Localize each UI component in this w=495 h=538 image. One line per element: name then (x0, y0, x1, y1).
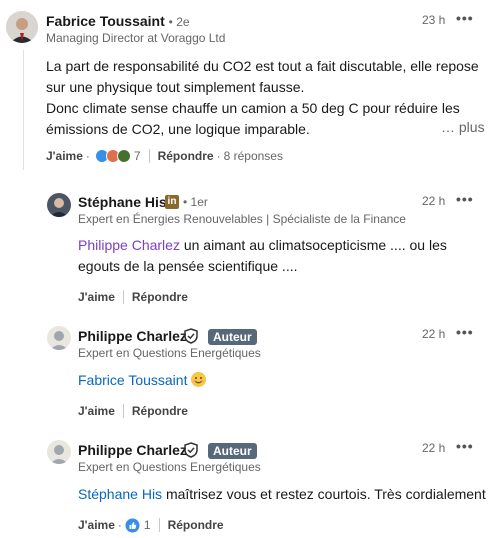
see-more-link[interactable]: … plus (441, 119, 485, 135)
dot-separator: · (216, 149, 221, 163)
thread-line (23, 50, 24, 170)
reply-text-body: maîtrisez vous et restez courtois. Très … (162, 486, 486, 502)
reply-button[interactable]: Répondre (132, 290, 188, 304)
more-options-icon[interactable]: ••• (456, 191, 474, 207)
mention-link[interactable]: Fabrice Toussaint (78, 372, 187, 388)
divider (148, 149, 150, 163)
comment-time: 23 h (422, 13, 446, 27)
comment-time: 22 h (422, 327, 446, 341)
author-name[interactable]: Stéphane His (78, 194, 167, 210)
like-button[interactable]: J'aime (78, 290, 115, 304)
author-headline: Expert en Questions Energétiques (78, 346, 261, 360)
connection-degree: • 1er (183, 195, 208, 209)
support-reaction-icon (116, 149, 131, 163)
avatar-photo (47, 193, 71, 217)
default-avatar-icon (47, 326, 71, 350)
avatar[interactable] (47, 193, 71, 217)
like-button[interactable]: J'aime (46, 149, 83, 163)
reply-button[interactable]: Répondre (168, 518, 224, 532)
reply-text: Philippe Charlez un aimant au climatsoce… (78, 235, 488, 277)
like-reaction-icon (125, 518, 140, 533)
linkedin-badge-icon: in (165, 195, 179, 209)
comment-line: La part de responsabilité du CO2 est tou… (46, 58, 479, 74)
author-name[interactable]: Fabrice Toussaint (46, 13, 165, 29)
author-name[interactable]: Philippe Charlez (78, 442, 187, 458)
like-button[interactable]: J'aime (78, 404, 115, 418)
default-avatar-icon (47, 440, 71, 464)
mention-link[interactable]: Stéphane His (78, 486, 162, 502)
comment-text: La part de responsabilité du CO2 est tou… (46, 56, 486, 140)
divider (158, 518, 160, 532)
smile-emoji-icon (191, 372, 207, 387)
comment-time: 22 h (422, 441, 446, 455)
author-headline: Expert en Énergies Renouvelables | Spéci… (78, 212, 408, 226)
avatar[interactable] (47, 440, 71, 464)
replies-count[interactable]: 8 réponses (224, 149, 283, 163)
avatar[interactable] (47, 326, 71, 350)
reply-button[interactable]: Répondre (158, 149, 214, 163)
author-headline: Expert en Questions Energétiques (78, 460, 261, 474)
comment-actions: J'aime · 7 Répondre · 8 réponses (46, 148, 283, 164)
comment-line: Donc climate sense chauffe un camion a 5… (46, 100, 460, 116)
divider (122, 404, 124, 418)
comment-time: 22 h (422, 194, 446, 208)
reply-text: Stéphane His maîtrisez vous et restez co… (78, 484, 492, 505)
more-options-icon[interactable]: ••• (456, 324, 474, 340)
reply-actions: J'aime Répondre (78, 289, 188, 305)
connection-degree: • 2e (168, 15, 190, 29)
like-button[interactable]: J'aime (78, 518, 115, 532)
more-options-icon[interactable]: ••• (456, 438, 474, 454)
dot-separator: · (117, 518, 122, 532)
reply-button[interactable]: Répondre (132, 404, 188, 418)
reaction-icons[interactable] (94, 149, 131, 163)
reply-actions: J'aime · 1 Répondre (78, 517, 224, 533)
reply-text: Fabrice Toussaint (78, 370, 488, 391)
avatar[interactable] (6, 11, 38, 43)
more-options-icon[interactable]: ••• (456, 10, 474, 26)
author-badge: Auteur (208, 443, 257, 459)
avatar-photo (6, 11, 38, 43)
reaction-count[interactable]: 1 (144, 518, 151, 532)
author-name[interactable]: Philippe Charlez (78, 328, 187, 344)
author-badge: Auteur (208, 329, 257, 345)
reply-text-line: egouts de la pensée scientifique .... (78, 258, 298, 274)
reply-text-body: un aimant au climatsocepticisme .... ou … (179, 237, 447, 253)
mention-link[interactable]: Philippe Charlez (78, 237, 180, 253)
comment-line: émissions de CO2, une logique imparable. (46, 121, 310, 137)
reaction-count[interactable]: 7 (134, 149, 141, 163)
author-headline: Managing Director at Voraggo Ltd (46, 31, 226, 45)
reply-actions: J'aime Répondre (78, 403, 188, 419)
dot-separator: · (85, 149, 90, 163)
divider (122, 290, 124, 304)
comment-line: sur une physique tout simplement fausse. (46, 79, 305, 95)
